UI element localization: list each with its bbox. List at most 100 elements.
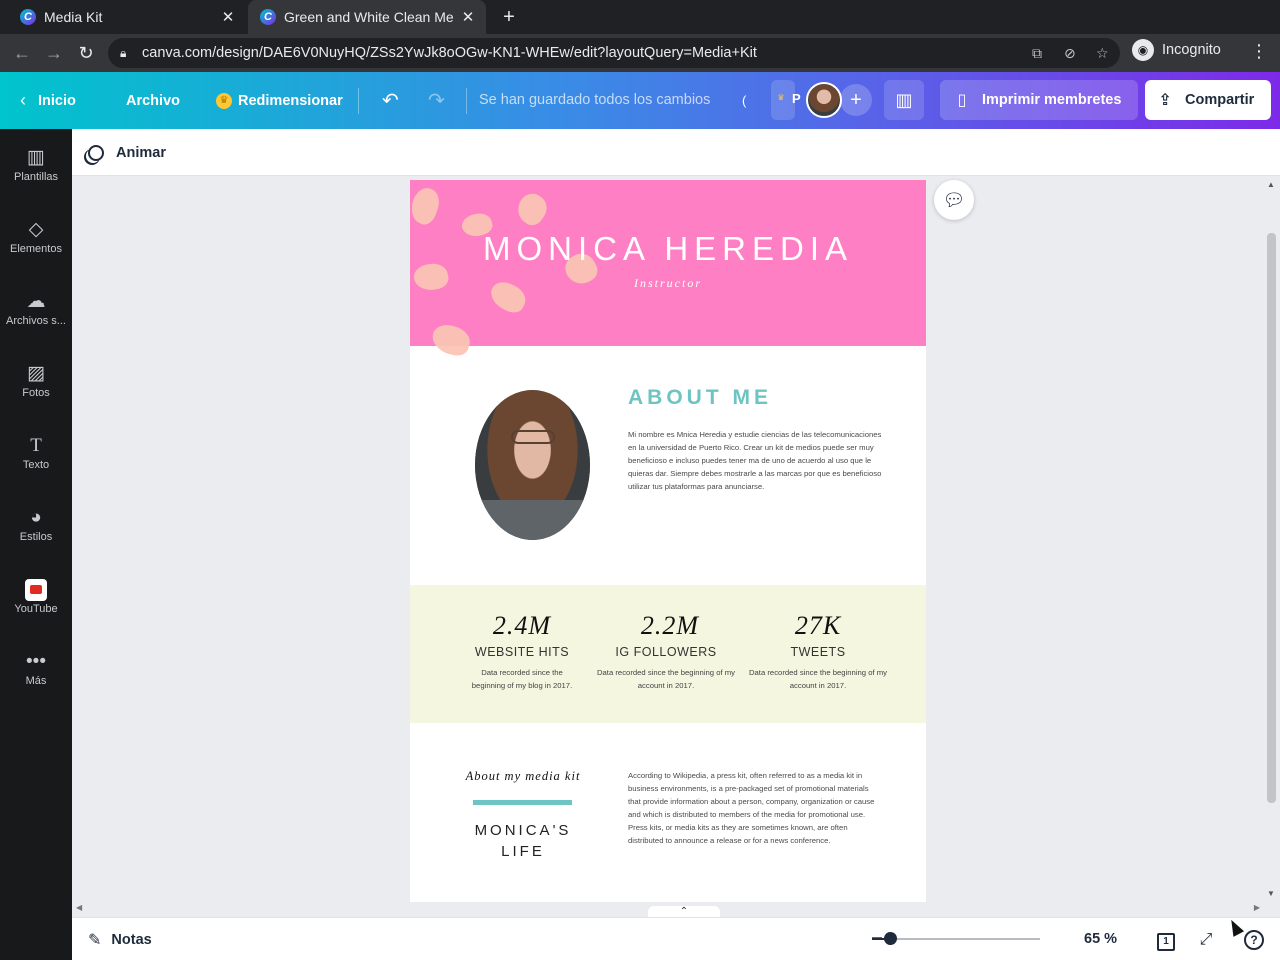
incognito-icon: ◉ bbox=[1132, 39, 1154, 61]
zoom-slider[interactable] bbox=[872, 932, 1040, 945]
crown-icon: ♛ bbox=[777, 93, 785, 102]
insights-icon[interactable]: ▥ bbox=[884, 80, 924, 120]
file-label: Archivo bbox=[126, 92, 180, 109]
add-collaborator-button[interactable]: + bbox=[840, 84, 872, 116]
browser-tab-media-kit[interactable]: C Media Kit ✕ bbox=[8, 0, 246, 34]
media-kit-subtitle[interactable]: About my media kit bbox=[450, 769, 596, 784]
sidebar-item-styles[interactable]: ◕ Estilos bbox=[0, 505, 72, 565]
stat-note: Data recorded since the beginning of my … bbox=[596, 668, 736, 690]
role-subtitle[interactable]: Instructor bbox=[410, 276, 926, 291]
file-menu-button[interactable]: Archivo bbox=[126, 72, 180, 129]
translate-icon[interactable]: ⧉ bbox=[1032, 38, 1042, 68]
resize-label: Redimensionar bbox=[238, 92, 343, 109]
text-icon: T bbox=[30, 435, 42, 456]
sidebar-item-more[interactable]: ••• Más bbox=[0, 649, 72, 709]
media-kit-title[interactable]: MONICA'S LIFE bbox=[450, 820, 596, 862]
share-label: Compartir bbox=[1185, 92, 1255, 108]
sidebar-item-label: Fotos bbox=[22, 387, 50, 399]
sidebar-item-templates[interactable]: ▥ Plantillas bbox=[0, 145, 72, 205]
new-tab-button[interactable]: + bbox=[498, 6, 520, 28]
close-icon[interactable]: ✕ bbox=[460, 8, 476, 26]
stat-label: TWEETS bbox=[790, 645, 846, 659]
resize-button[interactable]: ♛ Redimensionar bbox=[216, 72, 343, 129]
animate-icon bbox=[88, 144, 104, 161]
sidebar-item-elements[interactable]: ◇ Elementos bbox=[0, 217, 72, 277]
header-banner[interactable]: MONICA HEREDIA Instructor bbox=[410, 180, 926, 359]
tab-title: Green and White Clean Me bbox=[284, 9, 454, 25]
add-comment-icon[interactable]: 💬︎ bbox=[934, 180, 974, 220]
photos-icon: ▨ bbox=[27, 363, 45, 384]
stat-ig-followers[interactable]: 2.2M IG FOLLOWERS Data recorded since th… bbox=[596, 611, 736, 692]
scroll-thumb[interactable] bbox=[1267, 233, 1276, 803]
tracking-off-icon[interactable]: ⊘ bbox=[1064, 38, 1076, 68]
notes-button[interactable]: ✎ Notas bbox=[88, 918, 152, 960]
animate-label: Animar bbox=[116, 144, 166, 161]
browser-menu-icon[interactable]: ⋮ bbox=[1250, 41, 1268, 62]
reload-icon[interactable]: ↻ bbox=[74, 41, 98, 65]
home-label: Inicio bbox=[38, 92, 76, 109]
editor-header: ‹ Inicio Archivo ♛ Redimensionar ↶ ↷ Se … bbox=[0, 72, 1280, 129]
sidebar-item-uploads[interactable]: ☁ Archivos s... bbox=[0, 289, 72, 349]
glasses-detail bbox=[511, 430, 555, 444]
zoom-level[interactable]: 65 % bbox=[1084, 918, 1117, 960]
sidebar-item-label: Estilos bbox=[19, 531, 53, 543]
fullscreen-icon[interactable]: ⤢ bbox=[1194, 928, 1218, 952]
youtube-icon bbox=[25, 579, 47, 601]
design-page[interactable]: MONICA HEREDIA Instructor ABOUT ME Mi no… bbox=[410, 180, 926, 902]
undo-icon[interactable]: ↶ bbox=[382, 72, 399, 129]
avatar[interactable] bbox=[806, 82, 842, 118]
stat-website-hits[interactable]: 2.4M WEBSITE HITS Data recorded since th… bbox=[452, 611, 592, 692]
document-icon: ▯ bbox=[957, 92, 967, 109]
divider bbox=[466, 88, 467, 114]
scroll-left-icon[interactable]: ◀ bbox=[76, 903, 82, 912]
bookmark-star-icon[interactable]: ☆ bbox=[1096, 38, 1109, 68]
decor-blob bbox=[410, 184, 444, 228]
sidebar-item-photos[interactable]: ▨ Fotos bbox=[0, 361, 72, 421]
templates-icon: ▥ bbox=[27, 147, 45, 168]
close-icon[interactable]: ✕ bbox=[220, 8, 236, 26]
decor-blob bbox=[511, 188, 553, 230]
url-text: canva.com/design/DAE6V0NuyHQ/ZSs2YwJk8oO… bbox=[142, 45, 757, 61]
sidebar-item-label: Plantillas bbox=[13, 171, 59, 183]
home-button[interactable]: ‹ Inicio bbox=[20, 72, 76, 129]
lock-icon: 🔒︎ bbox=[120, 46, 127, 60]
notes-icon: ✎ bbox=[88, 931, 102, 949]
share-button[interactable]: ⇪ Compartir bbox=[1145, 80, 1271, 120]
animate-button[interactable]: Animar bbox=[88, 129, 166, 176]
scroll-right-icon[interactable]: ▶ bbox=[1254, 903, 1260, 912]
scroll-down-icon[interactable]: ▼ bbox=[1267, 889, 1275, 898]
scroll-up-icon[interactable]: ▲ bbox=[1267, 180, 1275, 189]
pages-icon: 1 bbox=[1157, 933, 1175, 951]
sidebar-item-label: Elementos bbox=[10, 243, 62, 255]
back-arrow-icon[interactable]: ← bbox=[10, 41, 34, 65]
address-bar[interactable]: 🔒︎ canva.com/design/DAE6V0NuyHQ/ZSs2YwJk… bbox=[108, 38, 1120, 68]
help-button[interactable]: ? bbox=[1242, 928, 1266, 952]
profile-photo[interactable] bbox=[475, 390, 590, 540]
save-status: Se han guardado todos los cambios bbox=[479, 92, 711, 108]
about-heading[interactable]: ABOUT ME bbox=[628, 386, 772, 410]
sidebar-item-youtube[interactable]: YouTube bbox=[0, 577, 72, 637]
browser-tab-design[interactable]: C Green and White Clean Me ✕ bbox=[248, 0, 486, 34]
media-kit-paragraph[interactable]: According to Wikipedia, a press kit, oft… bbox=[628, 769, 882, 847]
stat-tweets[interactable]: 27K TWEETS Data recorded since the begin… bbox=[748, 611, 888, 692]
incognito-indicator[interactable]: ◉ Incognito bbox=[1132, 39, 1221, 61]
print-label: Imprimir membretes bbox=[982, 92, 1122, 108]
page-count-button[interactable]: 1 bbox=[1154, 928, 1178, 952]
decor-blob bbox=[429, 321, 473, 359]
elements-icon: ◇ bbox=[28, 219, 44, 240]
zoom-slider-handle[interactable] bbox=[884, 932, 898, 945]
forward-arrow-icon[interactable]: → bbox=[42, 41, 66, 65]
more-icon: ••• bbox=[26, 651, 46, 672]
context-toolbar: Animar bbox=[72, 129, 1280, 176]
crown-icon: ♛ bbox=[216, 92, 232, 109]
stats-band[interactable]: 2.4M WEBSITE HITS Data recorded since th… bbox=[410, 585, 926, 723]
canva-favicon-icon: C bbox=[260, 9, 276, 25]
name-heading[interactable]: MONICA HEREDIA bbox=[410, 230, 926, 268]
accent-line[interactable] bbox=[473, 800, 572, 805]
about-paragraph[interactable]: Mi nombre es Mnica Heredia y estudie cie… bbox=[628, 428, 884, 493]
print-button[interactable]: ▯ Imprimir membretes bbox=[940, 80, 1138, 120]
redo-icon[interactable]: ↷ bbox=[428, 72, 445, 129]
presence-pill[interactable]: ♛ P bbox=[771, 80, 801, 120]
sidebar-item-text[interactable]: T Texto bbox=[0, 433, 72, 493]
vertical-scrollbar[interactable]: ▲ ▼ bbox=[1264, 178, 1280, 900]
